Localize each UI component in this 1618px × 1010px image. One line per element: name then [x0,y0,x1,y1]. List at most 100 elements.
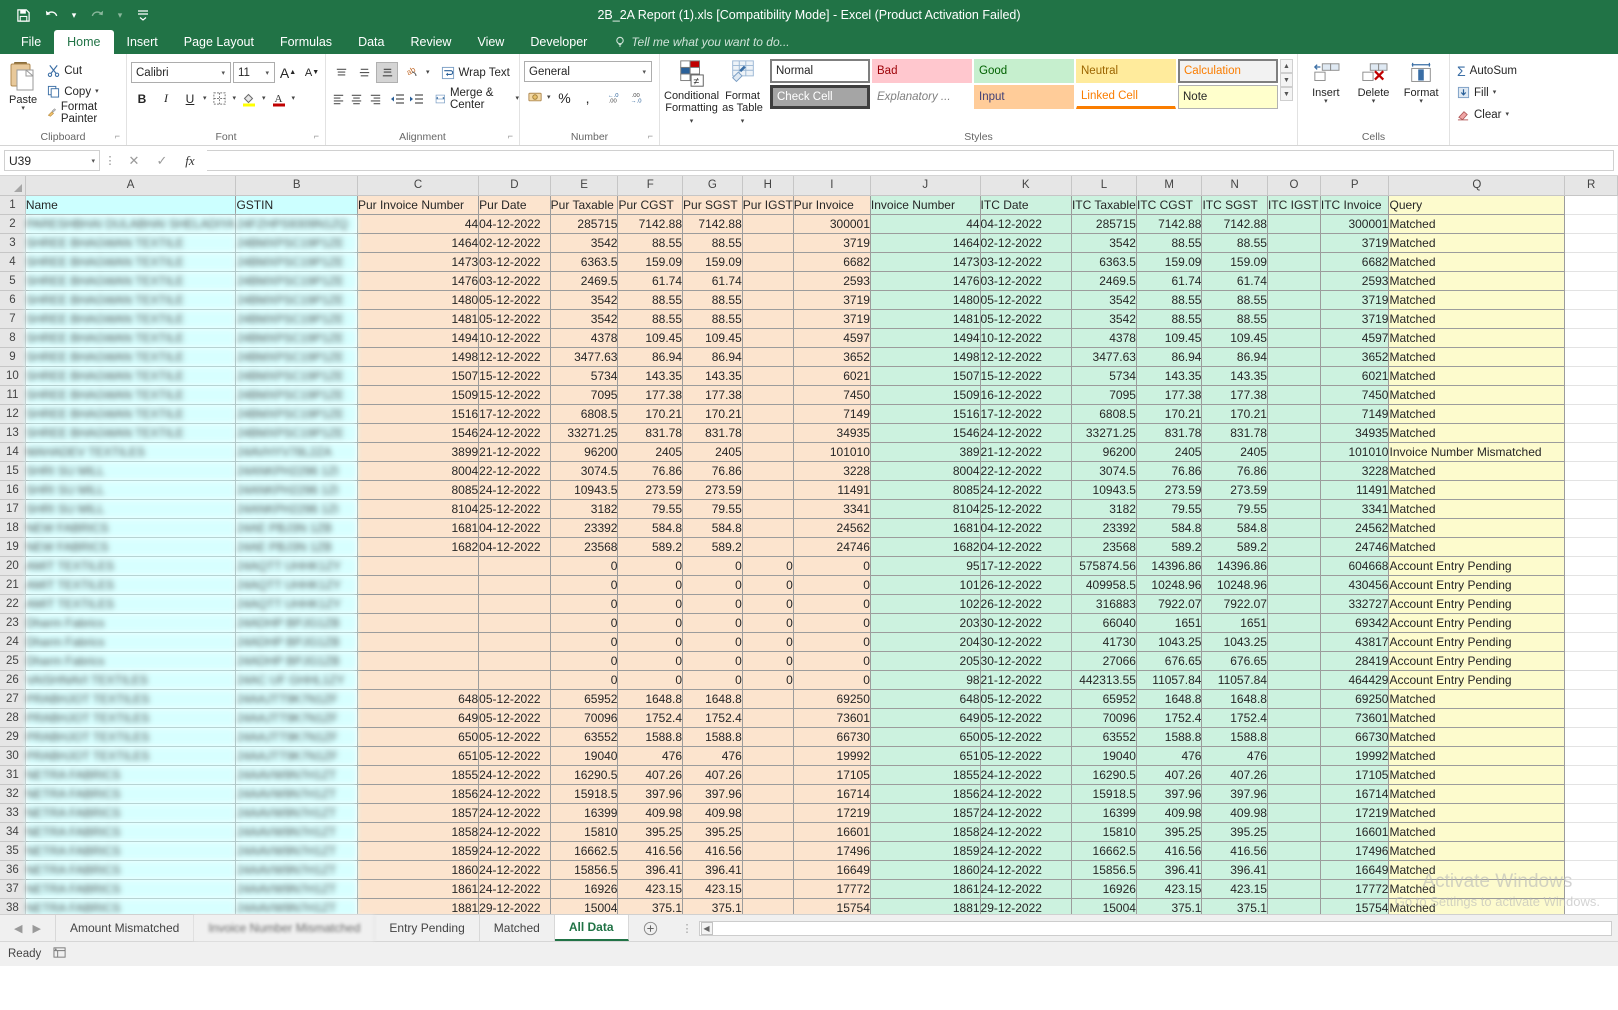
cell-pur-sgst[interactable]: 0 [682,613,743,633]
cell-pur-date[interactable]: 04-12-2022 [478,537,551,557]
delete-cells-button[interactable]: Delete ▾ [1350,59,1398,105]
empty-cell[interactable] [1564,784,1618,804]
cell-itc-cgst[interactable]: 407.26 [1136,765,1203,785]
cell-itc-invoice[interactable]: 101010 [1320,442,1390,462]
delete-dropdown-icon[interactable]: ▾ [1372,98,1376,105]
style-linked-cell[interactable]: Linked Cell [1076,85,1176,109]
cell-itc-invoice[interactable]: 69250 [1320,689,1390,709]
col-header-B[interactable]: B [235,176,358,196]
cell-itc-taxable[interactable]: 16926 [1071,879,1137,899]
cell-itc-date[interactable]: 05-12-2022 [980,290,1072,310]
cell-pur-cgst[interactable]: 396.41 [617,860,684,880]
row-header-5[interactable]: 5 [0,271,26,291]
cell-query[interactable]: Matched [1388,385,1566,405]
cell-itc-cgst[interactable]: 88.55 [1136,290,1203,310]
cell-pur-taxable[interactable]: 3542 [550,233,619,253]
cell-query[interactable]: Matched [1388,879,1566,899]
cell-pur-taxable[interactable]: 7095 [550,385,619,405]
cell-pur-igst[interactable] [742,214,794,234]
row-header-21[interactable]: 21 [0,575,26,595]
cell-itc-cgst[interactable]: 409.98 [1136,803,1203,823]
tab-file[interactable]: File [8,30,54,54]
cell-itc-taxable[interactable]: 442313.55 [1071,670,1137,690]
cell-itc-igst[interactable] [1267,822,1321,842]
row-header-9[interactable]: 9 [0,347,26,367]
cell-name[interactable]: SHREE BHAGWAN TEXTILE [25,290,237,310]
cell-pur-sgst[interactable]: 177.38 [682,385,743,405]
cell-gstin[interactable]: 24BMXPSC19P1ZE [235,347,358,367]
row-header-3[interactable]: 3 [0,233,26,253]
cell-pur-invoice-number[interactable] [357,670,480,690]
cell-pur-cgst[interactable]: 159.09 [617,252,684,272]
sheet-tab-invoice-number-mismatched[interactable]: Invoice Number Mismatched [194,915,376,941]
increase-indent-button[interactable] [407,88,424,109]
table-row[interactable]: 16 SHRI SU MILL 24ANKPH2296 1ZI 8085 24-12-2… [0,480,1618,500]
cell-pur-date[interactable]: 21-12-2022 [478,442,551,462]
cell-pur-invoice[interactable]: 16601 [793,822,871,842]
cell-pur-taxable[interactable]: 63552 [550,727,619,747]
cell-invoice-number[interactable]: 650 [870,727,981,747]
tab-home[interactable]: Home [54,30,114,54]
cell-pur-taxable[interactable]: 16399 [550,803,619,823]
cell-pur-invoice-number[interactable] [357,575,480,595]
name-box-dropdown-icon[interactable]: ▾ [91,157,95,165]
formula-input[interactable] [207,150,1614,171]
cell-itc-invoice[interactable]: 3652 [1320,347,1390,367]
cell-itc-taxable[interactable]: 16399 [1071,803,1137,823]
cell-itc-date[interactable]: 30-12-2022 [980,651,1072,671]
cell-pur-taxable[interactable]: 3542 [550,309,619,329]
empty-cell[interactable] [1564,252,1618,272]
header-cell-pur-cgst[interactable]: Pur CGST [617,195,684,215]
row-header-19[interactable]: 19 [0,537,26,557]
cell-itc-date[interactable]: 24-12-2022 [980,879,1072,899]
cell-itc-date[interactable]: 03-12-2022 [980,271,1072,291]
empty-cell[interactable] [1564,404,1618,424]
table-row[interactable]: 38 NETRA FABRICS 24AAVW9N7H1ZT 1881 29-12-20… [0,898,1618,914]
cell-name[interactable]: PRABHJOT TEXTILES [25,689,237,709]
cell-pur-invoice-number[interactable]: 1464 [357,233,480,253]
cell-pur-cgst[interactable]: 409.98 [617,803,684,823]
cell-itc-taxable[interactable]: 2469.5 [1071,271,1137,291]
cell-itc-date[interactable]: 12-12-2022 [980,347,1072,367]
cell-pur-date[interactable]: 24-12-2022 [478,423,551,443]
cell-itc-igst[interactable] [1267,746,1321,766]
cell-gstin[interactable]: 24AQTT UHHK1ZY [235,594,358,614]
cell-name[interactable]: NEW FABRICS [25,537,237,557]
cell-itc-taxable[interactable]: 3074.5 [1071,461,1137,481]
table-row[interactable]: 19 NEW FABRICS 24AE PBJ3N 1ZB 1682 04-12-202… [0,537,1618,557]
cell-name[interactable]: SHREE BHAGWAN TEXTILE [25,328,237,348]
empty-cell[interactable] [1564,442,1618,462]
cell-query[interactable]: Account Entry Pending [1388,556,1566,576]
cell-name[interactable]: PRABHJOT TEXTILES [25,746,237,766]
cell-name[interactable]: AMIT TEXTILES [25,556,237,576]
cell-gstin[interactable]: 24BMXPSC19P1ZE [235,252,358,272]
styles-gallery-scrollbar[interactable]: ▲ ▼ ▼ [1278,57,1293,103]
accounting-dropdown-icon[interactable]: ▾ [547,94,551,101]
cell-itc-igst[interactable] [1267,689,1321,709]
cell-itc-igst[interactable] [1267,366,1321,386]
cell-itc-taxable[interactable]: 65952 [1071,689,1137,709]
clear-dropdown-icon[interactable]: ▾ [1505,111,1509,118]
cell-invoice-number[interactable]: 1476 [870,271,981,291]
empty-cell[interactable] [1564,898,1618,914]
cell-invoice-number[interactable]: 1681 [870,518,981,538]
cell-name[interactable]: Dharm Fabrics [25,651,237,671]
cell-itc-sgst[interactable]: 159.09 [1201,252,1268,272]
fill-color-dropdown-icon[interactable]: ▾ [262,95,266,102]
cell-pur-taxable[interactable]: 70096 [550,708,619,728]
cell-pur-invoice[interactable]: 34935 [793,423,871,443]
cell-itc-cgst[interactable]: 159.09 [1136,252,1203,272]
cell-pur-igst[interactable]: 0 [742,670,794,690]
cell-pur-cgst[interactable]: 831.78 [617,423,684,443]
cell-gstin[interactable]: 24AAVW9N7H1ZT [235,860,358,880]
empty-cell[interactable] [1564,708,1618,728]
cell-gstin[interactable]: 24AAVW9N7H1ZT [235,822,358,842]
cell-gstin[interactable]: 24AAVW9N7H1ZT [235,803,358,823]
cell-pur-invoice[interactable]: 0 [793,575,871,595]
cell-pur-date[interactable]: 05-12-2022 [478,746,551,766]
cell-invoice-number[interactable]: 1494 [870,328,981,348]
cell-itc-invoice[interactable]: 24562 [1320,518,1390,538]
cell-pur-taxable[interactable]: 5734 [550,366,619,386]
cell-itc-sgst[interactable]: 397.96 [1201,784,1268,804]
empty-cell[interactable] [1564,499,1618,519]
